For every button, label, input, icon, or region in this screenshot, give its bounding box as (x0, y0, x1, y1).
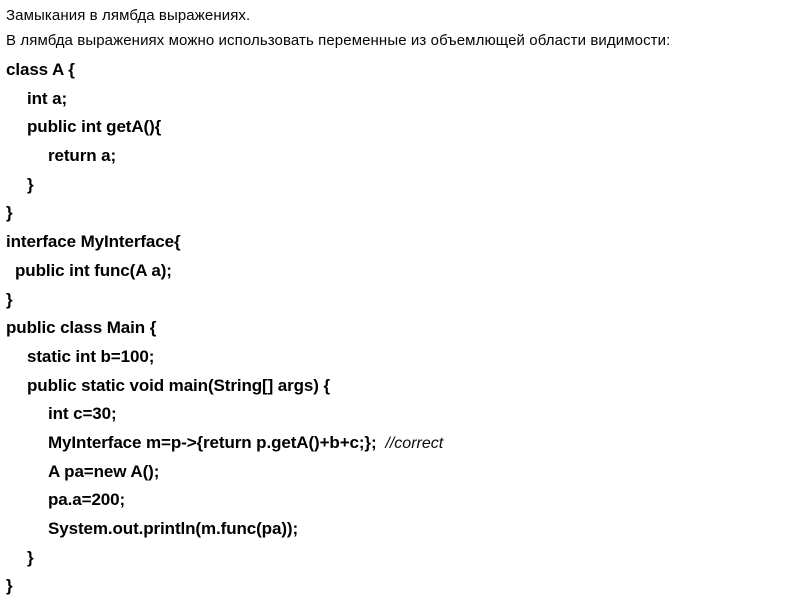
code-line: class A { (0, 56, 800, 85)
code-line: } (0, 286, 800, 315)
code-line: } (0, 544, 800, 573)
page-subtitle: В лямбда выражениях можно использовать п… (6, 32, 671, 49)
code-text: int c=30; (48, 404, 117, 424)
code-text: } (6, 576, 13, 596)
code-line: static int b=100; (0, 343, 800, 372)
code-line: pa.a=200; (0, 486, 800, 515)
code-text: public int getA(){ (27, 117, 162, 137)
code-text: MyInterface m=p->{return p.getA()+b+c;}; (48, 432, 377, 452)
code-text: } (27, 174, 34, 194)
code-line: A pa=new A(); (0, 458, 800, 487)
code-text: } (6, 289, 13, 309)
code-line: return a; (0, 142, 800, 171)
code-line: int a; (0, 85, 800, 114)
code-text: public static void main(String[] args) { (27, 375, 330, 395)
code-line: interface MyInterface{ (0, 228, 800, 257)
code-text: public int func(A a); (15, 260, 172, 280)
code-text: } (6, 203, 13, 223)
code-text: System.out.println(m.func(pa)); (48, 519, 298, 538)
code-text: public class Main { (6, 318, 157, 338)
code-text: pa.a=200; (48, 490, 126, 510)
code-text: class A { (6, 60, 75, 79)
code-comment: //correct (376, 434, 444, 452)
code-text: A pa=new A(); (48, 461, 160, 481)
code-line: System.out.println(m.func(pa)); (0, 515, 800, 544)
code-line: int c=30; (0, 400, 800, 429)
code-block: class A { int a; public int getA(){ return … (0, 56, 800, 601)
code-text: interface MyInterface{ (6, 232, 181, 252)
code-line: public static void main(String[] args) { (0, 372, 800, 401)
slide-canvas: Замыкания в лямбда выражениях. В лямбда … (0, 0, 800, 600)
code-line: } (0, 171, 800, 200)
code-line: MyInterface m=p->{return p.getA()+b+c;};… (0, 429, 800, 458)
code-line: public class Main { (0, 314, 800, 343)
code-text: static int b=100; (27, 346, 155, 366)
code-text: return a; (48, 146, 117, 166)
code-line: public int func(A a); (0, 257, 800, 286)
code-text: int a; (27, 88, 68, 108)
code-text: } (27, 547, 34, 567)
code-line: } (0, 572, 800, 601)
code-line: public int getA(){ (0, 113, 800, 142)
page-title: Замыкания в лямбда выражениях. (6, 7, 251, 24)
code-line: } (0, 199, 800, 228)
